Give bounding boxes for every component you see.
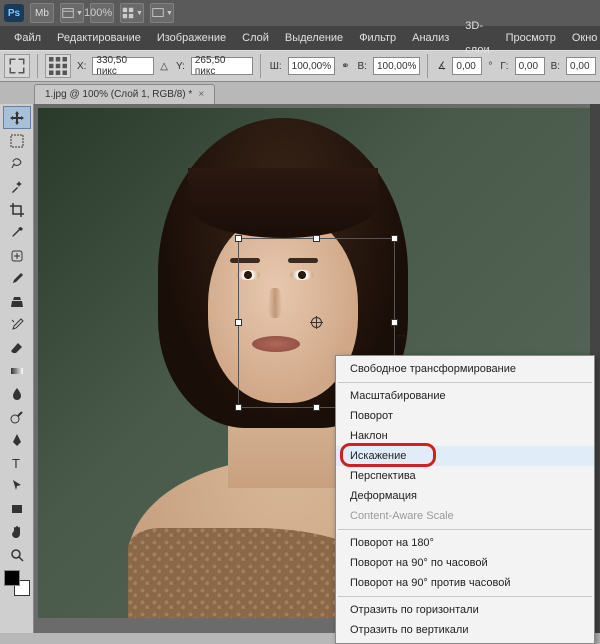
photoshop-logo: Ps — [4, 4, 24, 22]
context-menu: Свободное трансформирование Масштабирован… — [335, 355, 595, 644]
path-selection-tool[interactable] — [3, 474, 31, 497]
transform-handle[interactable] — [313, 235, 320, 242]
angle-icon: ∡ — [435, 61, 448, 72]
context-menu-item[interactable]: Деформация — [336, 486, 594, 506]
menu-layer[interactable]: Слой — [234, 26, 277, 50]
menu-filter[interactable]: Фильтр — [351, 26, 404, 50]
zoom-tool[interactable] — [3, 543, 31, 566]
context-menu-item[interactable]: Свободное трансформирование — [336, 359, 594, 379]
menu-edit[interactable]: Редактирование — [49, 26, 149, 50]
history-brush-tool[interactable] — [3, 313, 31, 336]
menu-file[interactable]: Файл — [6, 26, 49, 50]
w-input[interactable]: 100,00% — [288, 57, 335, 75]
screen-mode-button[interactable]: ▼ — [150, 3, 174, 23]
menu-window[interactable]: Окно — [564, 26, 600, 50]
close-tab-icon[interactable]: × — [198, 89, 204, 100]
rectangle-tool[interactable] — [3, 497, 31, 520]
arrange-documents-button[interactable]: ▼ — [120, 3, 144, 23]
context-menu-item[interactable]: Отразить по вертикали — [336, 620, 594, 640]
document-tab-row: 1.jpg @ 100% (Слой 1, RGB/8) * × — [0, 82, 600, 104]
reference-point-icon[interactable] — [45, 54, 71, 78]
menu-view[interactable]: Просмотр — [498, 26, 564, 50]
hand-tool[interactable] — [3, 520, 31, 543]
context-menu-item[interactable]: Наклон — [336, 426, 594, 446]
h-input[interactable]: 100,00% — [373, 57, 420, 75]
menu-image[interactable]: Изображение — [149, 26, 234, 50]
magic-wand-tool[interactable] — [3, 175, 31, 198]
transform-tool-icon[interactable] — [4, 54, 30, 78]
context-menu-item[interactable]: Перспектива — [336, 466, 594, 486]
transform-handle[interactable] — [235, 319, 242, 326]
blur-tool[interactable] — [3, 382, 31, 405]
degree-label: ° — [486, 61, 494, 72]
gradient-tool[interactable] — [3, 359, 31, 382]
clone-stamp-tool[interactable] — [3, 290, 31, 313]
transform-handle[interactable] — [391, 319, 398, 326]
menu-3d[interactable]: 3D-слои — [457, 14, 497, 62]
move-tool[interactable] — [3, 106, 31, 129]
dodge-tool[interactable] — [3, 405, 31, 428]
menu-select[interactable]: Выделение — [277, 26, 351, 50]
delta-icon[interactable]: △ — [158, 61, 170, 72]
tool-palette: T — [0, 104, 34, 633]
context-menu-item[interactable]: Масштабирование — [336, 386, 594, 406]
transform-handle[interactable] — [235, 404, 242, 411]
lasso-tool[interactable] — [3, 152, 31, 175]
color-swatches[interactable] — [4, 570, 30, 596]
transform-handle[interactable] — [235, 235, 242, 242]
document-tab[interactable]: 1.jpg @ 100% (Слой 1, RGB/8) * × — [34, 84, 215, 104]
eyedropper-tool[interactable] — [3, 221, 31, 244]
skew-h-input[interactable]: 0,00 — [515, 57, 545, 75]
cursor-icon: ↔ — [395, 326, 408, 341]
x-label: X: — [75, 61, 88, 72]
context-menu-item[interactable]: Отразить по горизонтали — [336, 600, 594, 620]
menu-analysis[interactable]: Анализ — [404, 26, 457, 50]
zoom-value: 100% — [78, 7, 118, 19]
zoom-level-button[interactable]: 100%▼ — [90, 3, 114, 23]
bridge-label: Mb — [35, 8, 49, 19]
link-icon[interactable]: ⚭ — [339, 61, 351, 72]
x-input[interactable]: 330,50 пикс — [92, 57, 154, 75]
context-menu-item[interactable]: Поворот на 180° — [336, 533, 594, 553]
marquee-tool[interactable] — [3, 129, 31, 152]
crop-tool[interactable] — [3, 198, 31, 221]
title-bar: Ps Mb ▼ 100%▼ ▼ ▼ — [0, 0, 600, 26]
foreground-color-swatch[interactable] — [4, 570, 20, 586]
chevron-down-icon: ▼ — [136, 10, 143, 17]
y-input[interactable]: 265,50 пикс — [191, 57, 253, 75]
skew-h-label: Г: — [498, 61, 510, 72]
svg-text:T: T — [12, 456, 20, 471]
chevron-down-icon: ▼ — [166, 10, 173, 17]
healing-brush-tool[interactable] — [3, 244, 31, 267]
skew-v-input[interactable]: 0,00 — [566, 57, 596, 75]
skew-v-label: В: — [549, 61, 562, 72]
eraser-tool[interactable] — [3, 336, 31, 359]
angle-input[interactable]: 0,00 — [452, 57, 482, 75]
transform-handle[interactable] — [313, 404, 320, 411]
context-menu-item[interactable]: Искажение — [336, 446, 594, 466]
transform-center-icon[interactable] — [311, 317, 322, 328]
type-tool[interactable]: T — [3, 451, 31, 474]
transform-handle[interactable] — [391, 235, 398, 242]
context-menu-item: Content-Aware Scale — [336, 506, 594, 526]
h-label: В: — [356, 61, 369, 72]
document-tab-title: 1.jpg @ 100% (Слой 1, RGB/8) * — [45, 89, 192, 100]
brush-tool[interactable] — [3, 267, 31, 290]
pen-tool[interactable] — [3, 428, 31, 451]
menu-bar: Файл Редактирование Изображение Слой Выд… — [0, 26, 600, 50]
context-menu-item[interactable]: Поворот — [336, 406, 594, 426]
w-label: Ш: — [268, 61, 284, 72]
bridge-button[interactable]: Mb — [30, 3, 54, 23]
context-menu-item[interactable]: Поворот на 90° против часовой — [336, 573, 594, 593]
options-bar: X: 330,50 пикс △ Y: 265,50 пикс Ш: 100,0… — [0, 50, 600, 82]
context-menu-item[interactable]: Поворот на 90° по часовой — [336, 553, 594, 573]
y-label: Y: — [174, 61, 187, 72]
